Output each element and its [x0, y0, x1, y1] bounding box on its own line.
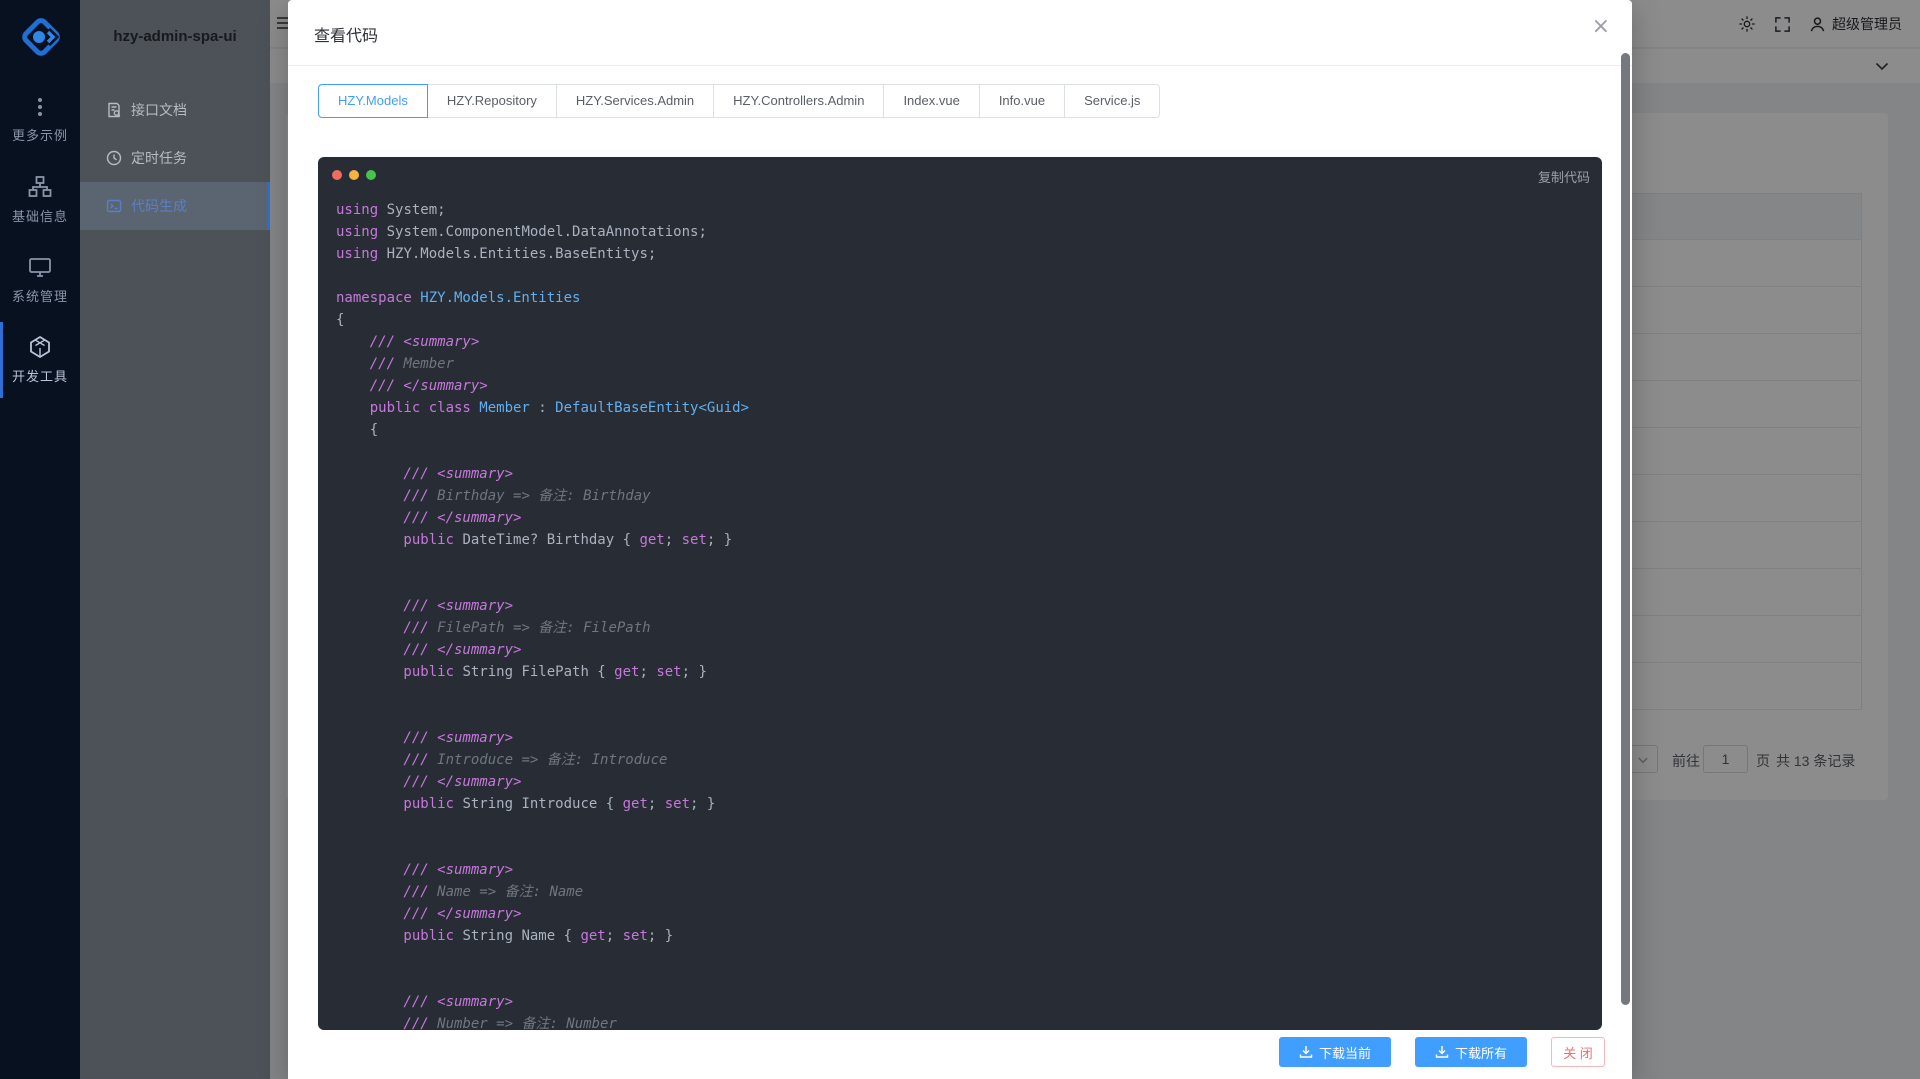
- download-current-button[interactable]: 下载当前: [1279, 1037, 1391, 1067]
- more-icon: [29, 96, 51, 118]
- submenu-item-code-generation[interactable]: 代码生成: [80, 182, 270, 230]
- rail-item-more-examples[interactable]: 更多示例: [0, 88, 80, 152]
- submenu-item-scheduled-tasks[interactable]: 定时任务: [80, 134, 270, 182]
- app-root: 更多示例 基础信息 系统管理: [0, 0, 1920, 1079]
- submenu-item-api-docs[interactable]: 接口文档: [80, 86, 270, 134]
- code-block: 复制代码 using System;using System.Component…: [318, 157, 1602, 1030]
- cube-icon: [28, 335, 52, 359]
- active-indicator: [0, 322, 3, 398]
- doc-search-icon: [106, 102, 122, 118]
- close-icon[interactable]: ×: [1592, 16, 1610, 38]
- tab-index-vue[interactable]: Index.vue: [883, 84, 979, 118]
- rail-item-label: 系统管理: [12, 286, 68, 305]
- rail-item-system-manage[interactable]: 系统管理: [0, 248, 80, 312]
- dialog-footer: 下载当前 下载所有 关 闭: [1279, 1037, 1605, 1067]
- copy-code-button[interactable]: 复制代码: [1538, 167, 1590, 186]
- org-icon: [28, 175, 52, 199]
- tab-hzy-services-admin[interactable]: HZY.Services.Admin: [556, 84, 714, 118]
- dialog-scrollbar-thumb[interactable]: [1621, 53, 1630, 1005]
- download-current-label: 下载当前: [1319, 1043, 1371, 1062]
- close-button-label: 关 闭: [1563, 1043, 1593, 1062]
- app-logo-icon[interactable]: [18, 14, 64, 60]
- submenu-item-label: 接口文档: [131, 100, 187, 120]
- download-icon: [1299, 1045, 1313, 1059]
- monitor-icon: [28, 255, 52, 279]
- download-icon: [1435, 1045, 1449, 1059]
- window-dots: [332, 170, 376, 180]
- yellow-dot-icon: [349, 170, 359, 180]
- code-tabs: HZY.ModelsHZY.RepositoryHZY.Services.Adm…: [318, 84, 1160, 118]
- view-code-dialog: 查看代码 × HZY.ModelsHZY.RepositoryHZY.Servi…: [288, 0, 1632, 1079]
- submenu-item-label: 代码生成: [131, 196, 187, 216]
- tab-hzy-repository[interactable]: HZY.Repository: [427, 84, 557, 118]
- app-title: hzy-admin-spa-ui: [80, 0, 270, 72]
- tab-hzy-models[interactable]: HZY.Models: [318, 84, 428, 118]
- submenu-item-label: 定时任务: [131, 148, 187, 168]
- rail-item-label: 开发工具: [12, 366, 68, 385]
- rail-item-basic-info[interactable]: 基础信息: [0, 168, 80, 232]
- tab-service-js[interactable]: Service.js: [1064, 84, 1160, 118]
- dialog-title: 查看代码: [314, 22, 378, 46]
- rail-sidebar: 更多示例 基础信息 系统管理: [0, 0, 80, 1079]
- dialog-header: 查看代码 ×: [288, 0, 1632, 66]
- clock-icon: [106, 150, 122, 166]
- download-all-label: 下载所有: [1455, 1043, 1507, 1062]
- tab-hzy-controllers-admin[interactable]: HZY.Controllers.Admin: [713, 84, 884, 118]
- download-all-button[interactable]: 下载所有: [1415, 1037, 1527, 1067]
- rail-item-label: 基础信息: [12, 206, 68, 225]
- rail-item-dev-tools[interactable]: 开发工具: [0, 328, 80, 392]
- red-dot-icon: [332, 170, 342, 180]
- green-dot-icon: [366, 170, 376, 180]
- close-button[interactable]: 关 闭: [1551, 1037, 1605, 1067]
- terminal-icon: [106, 198, 122, 214]
- tab-info-vue[interactable]: Info.vue: [979, 84, 1065, 118]
- submenu-sidebar: hzy-admin-spa-ui 接口文档 定时任务: [80, 0, 270, 1079]
- rail-item-label: 更多示例: [12, 125, 68, 144]
- code-content: using System;using System.ComponentModel…: [336, 199, 1594, 1030]
